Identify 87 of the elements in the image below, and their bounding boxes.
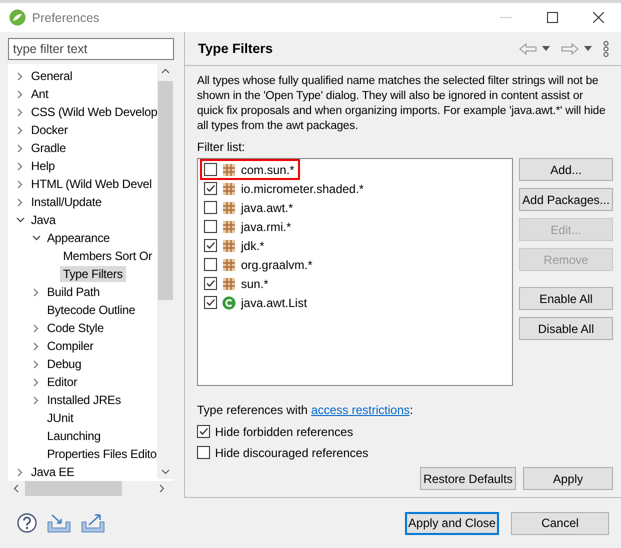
help-icon[interactable] [17, 513, 37, 533]
app-logo-icon [9, 9, 26, 26]
tree-item[interactable]: Bytecode Outline [44, 302, 138, 318]
tree-item[interactable]: Build Path [44, 284, 103, 300]
expand-icon[interactable] [17, 108, 23, 116]
expand-icon[interactable] [17, 90, 23, 98]
filter-item[interactable]: com.sun.* [241, 162, 294, 176]
expand-icon[interactable] [17, 144, 23, 152]
checkbox[interactable] [204, 201, 217, 214]
filter-list-label: Filter list: [197, 140, 245, 154]
collapse-icon[interactable] [32, 235, 40, 241]
tree-item[interactable]: Code Style [44, 320, 107, 336]
expand-icon[interactable] [33, 360, 39, 368]
tree-item[interactable]: Editor [44, 374, 80, 390]
description-text: All types whose fully qualified name matches the selected filter strings will not be shown in the 'Open Type' dialog. They will also be ignored in content assist or quick fix proposals and when organizing imports. For example 'java.awt.*' will hide all types from the awt packages. [197, 74, 606, 134]
access-restrictions-link[interactable]: access restrictions [311, 403, 410, 417]
tree-item[interactable]: Installed JREs [44, 392, 124, 408]
page-title: Type Filters [198, 41, 274, 56]
dropdown-caret-icon[interactable] [584, 46, 592, 51]
filter-field[interactable]: type filter text [8, 38, 174, 60]
expand-icon[interactable] [17, 72, 23, 80]
tree-item[interactable]: Appearance [44, 230, 113, 246]
restore-defaults-button[interactable]: Restore Defaults [420, 467, 516, 490]
import-icon[interactable] [47, 513, 71, 533]
tree-item[interactable]: JUnit [44, 410, 76, 426]
expand-icon[interactable] [33, 396, 39, 404]
list-button[interactable]: Add Packages... [519, 188, 613, 211]
expand-icon[interactable] [33, 288, 39, 296]
tree-item[interactable]: Properties Files Edito [44, 446, 160, 462]
checkbox[interactable] [197, 446, 210, 459]
expand-icon[interactable] [17, 180, 23, 188]
dropdown-caret-icon[interactable] [542, 46, 550, 51]
expand-icon[interactable] [33, 378, 39, 386]
list-button[interactable]: Add... [519, 158, 613, 181]
tree-item[interactable]: Install/Update [28, 194, 105, 210]
filter-item[interactable]: io.micrometer.shaded.* [241, 182, 364, 196]
tree-item[interactable]: Debug [44, 356, 84, 372]
tree-item[interactable]: Type Filters [60, 266, 126, 282]
filter-item[interactable]: java.awt.List [241, 296, 308, 310]
tree-item[interactable]: Compiler [44, 338, 96, 354]
expand-icon[interactable] [17, 126, 23, 134]
scroll-down-icon[interactable] [161, 469, 170, 475]
restrictions-text: Type references with access restrictions: [197, 403, 414, 417]
tree-item[interactable]: General [28, 68, 76, 84]
option-label[interactable]: Hide forbidden references [215, 424, 354, 438]
checkbox[interactable] [204, 239, 217, 252]
tree-item[interactable]: Docker [28, 122, 71, 138]
checkbox[interactable] [204, 258, 217, 271]
tree-item[interactable]: Java [28, 212, 59, 228]
checkbox[interactable] [204, 220, 217, 233]
option-label[interactable]: Hide discouraged references [215, 446, 368, 460]
checkbox[interactable] [204, 163, 217, 176]
tree-item[interactable]: CSS (Wild Web Develop [28, 104, 160, 120]
expand-icon[interactable] [33, 324, 39, 332]
expand-icon[interactable] [33, 342, 39, 350]
filter-item[interactable]: jdk.* [241, 238, 264, 252]
dialog-button[interactable]: Cancel [511, 512, 609, 534]
scroll-left-icon[interactable] [13, 484, 19, 493]
filter-item[interactable]: org.graalvm.* [241, 258, 312, 272]
tree-item[interactable]: Members Sort Or [60, 248, 156, 264]
expand-icon[interactable] [17, 198, 23, 206]
list-button[interactable]: Disable All [519, 317, 613, 340]
apply-button[interactable]: Apply [523, 467, 613, 490]
filter-item[interactable]: java.rmi.* [241, 220, 292, 234]
checkbox[interactable] [204, 277, 217, 290]
tree-item[interactable]: Launching [44, 428, 104, 444]
checkbox[interactable] [204, 182, 217, 195]
tree-item[interactable]: HTML (Wild Web Devel [28, 176, 155, 192]
expand-icon[interactable] [17, 468, 23, 476]
tree-item[interactable]: Help [28, 158, 58, 174]
dialog-button[interactable]: Apply and Close [405, 512, 499, 534]
menu-icon[interactable] [603, 40, 609, 56]
expand-icon[interactable] [17, 162, 23, 170]
window-title: Preferences [32, 10, 100, 24]
filter-item[interactable]: java.awt.* [241, 200, 294, 214]
filter-item[interactable]: sun.* [241, 276, 268, 290]
collapse-icon[interactable] [16, 217, 24, 223]
checkbox[interactable] [204, 296, 217, 309]
tree-item[interactable]: Gradle [28, 140, 69, 156]
export-icon[interactable] [81, 513, 105, 533]
tree-item[interactable]: Ant [28, 86, 52, 102]
checkbox[interactable] [197, 425, 210, 438]
scroll-right-icon[interactable] [159, 484, 165, 493]
vertical-scrollbar[interactable] [157, 64, 174, 479]
list-button[interactable]: Enable All [519, 287, 613, 310]
tree-item[interactable]: Java EE [28, 464, 78, 480]
scroll-up-icon[interactable] [161, 68, 170, 74]
